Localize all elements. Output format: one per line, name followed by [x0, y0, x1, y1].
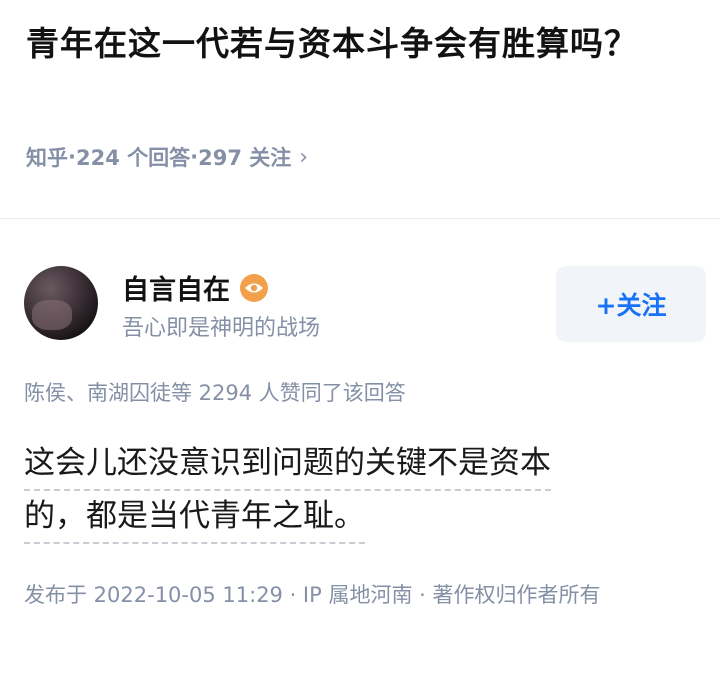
- answer-line: 的，都是当代青年之耻。: [24, 493, 365, 544]
- author-card: 自言自在 吾心即是神明的战场 +关注: [24, 266, 706, 342]
- answer-line: 这会儿还没意识到问题的关键不是资本: [24, 440, 551, 491]
- question-header: 青年在这一代若与资本斗争会有胜算吗？ 知乎 · 224 个回答 · 297 关注…: [0, 0, 720, 218]
- question-meta[interactable]: 知乎 · 224 个回答 · 297 关注 ›: [26, 142, 308, 172]
- question-title[interactable]: 青年在这一代若与资本斗争会有胜算吗？: [26, 18, 694, 70]
- follow-button[interactable]: +关注: [556, 266, 706, 342]
- answer-meta: 发布于 2022-10-05 11:29 · IP 属地河南 · 著作权归作者所…: [24, 583, 601, 607]
- eye-icon: [240, 273, 268, 302]
- author-name-row[interactable]: 自言自在: [122, 268, 268, 307]
- author-name: 自言自在: [122, 275, 230, 306]
- follower-count: 297 关注: [198, 146, 292, 170]
- answer-count: 224 个回答: [75, 146, 191, 170]
- meta-dot: ·: [68, 145, 76, 169]
- chevron-right-icon: ›: [299, 144, 309, 170]
- avatar[interactable]: [24, 266, 98, 340]
- author-bio: 吾心即是神明的战场: [122, 316, 321, 341]
- source-label: 知乎: [26, 146, 68, 170]
- section-divider: [0, 218, 720, 219]
- answer-content[interactable]: 这会儿还没意识到问题的关键不是资本 的，都是当代青年之耻。: [24, 440, 696, 546]
- meta-dot: ·: [190, 145, 199, 169]
- upvote-summary[interactable]: 陈侯、南湖囚徒等 2294 人赞同了该回答: [24, 377, 406, 407]
